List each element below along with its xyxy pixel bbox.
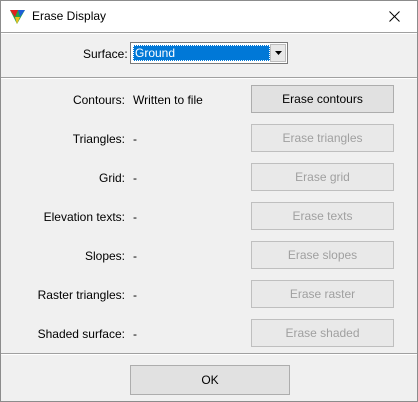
window-title: Erase Display	[32, 9, 107, 23]
elevation-texts-label: Elevation texts:	[43, 210, 125, 224]
ok-button[interactable]: OK	[130, 365, 290, 395]
erase-raster-button[interactable]: Erase raster	[251, 280, 394, 308]
triangles-status: -	[133, 132, 137, 146]
erase-contours-button[interactable]: Erase contours	[251, 85, 394, 113]
chevron-down-icon	[274, 51, 282, 55]
dropdown-arrow-button[interactable]	[270, 44, 286, 62]
triangles-label: Triangles:	[72, 132, 125, 146]
divider	[1, 353, 417, 355]
close-button[interactable]	[371, 1, 417, 32]
shaded-surface-label: Shaded surface:	[37, 327, 125, 341]
surface-label: Surface:	[83, 47, 128, 61]
surface-select-value: Ground	[133, 45, 270, 61]
divider	[1, 32, 417, 34]
erase-slopes-button[interactable]: Erase slopes	[251, 241, 394, 269]
contours-status: Written to file	[133, 93, 203, 107]
raster-triangles-label: Raster triangles:	[37, 288, 125, 302]
shaded-surface-status: -	[133, 327, 137, 341]
raster-triangles-status: -	[133, 288, 137, 302]
erase-triangles-button[interactable]: Erase triangles	[251, 124, 394, 152]
title-bar: Erase Display	[1, 1, 417, 32]
slopes-label: Slopes:	[84, 249, 125, 263]
elevation-texts-status: -	[133, 210, 137, 224]
erase-shaded-button[interactable]: Erase shaded	[251, 319, 394, 347]
slopes-status: -	[133, 249, 137, 263]
surface-select[interactable]: Ground	[130, 42, 288, 64]
divider	[1, 77, 417, 79]
contours-label: Contours:	[72, 93, 125, 107]
grid-status: -	[133, 171, 137, 185]
app-logo-icon	[10, 10, 25, 24]
erase-texts-button[interactable]: Erase texts	[251, 202, 394, 230]
erase-display-dialog: Erase Display Surface: Ground Contours: …	[0, 0, 418, 402]
erase-grid-button[interactable]: Erase grid	[251, 163, 394, 191]
close-icon	[388, 11, 400, 22]
grid-label: Grid:	[98, 171, 125, 185]
